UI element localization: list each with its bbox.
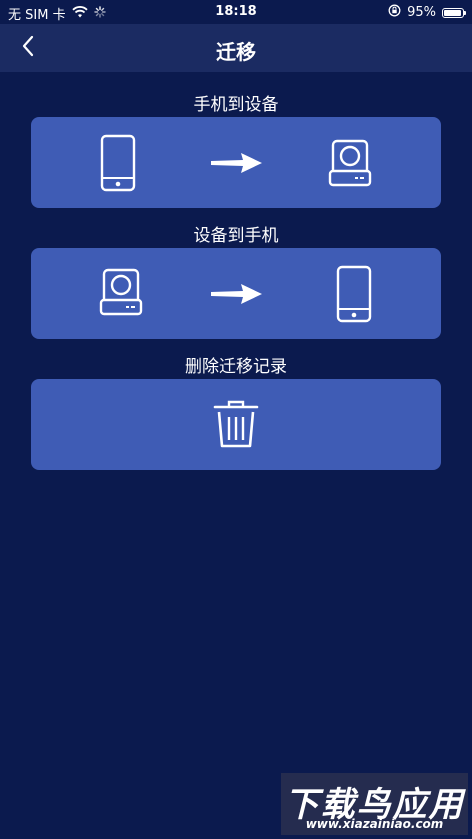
- battery-percent: 95%: [407, 5, 436, 20]
- status-bar: 无 SIM 卡 18:18 95%: [0, 0, 472, 24]
- phone-icon: [100, 134, 136, 196]
- nav-bar: 迁移: [0, 24, 472, 72]
- arrow-right-icon: [211, 281, 263, 311]
- trash-icon: [213, 399, 259, 453]
- phone-to-device-label: 手机到设备: [193, 95, 279, 115]
- device-to-phone-button[interactable]: [31, 248, 441, 339]
- phone-icon: [336, 265, 372, 327]
- delete-records-button[interactable]: [31, 379, 441, 470]
- battery-icon: [442, 7, 466, 18]
- status-right: 95%: [388, 4, 466, 21]
- phone-to-device-button[interactable]: [31, 117, 441, 208]
- storage-device-icon: [99, 268, 143, 320]
- watermark: 下载鸟应用 www.xiazainiao.com: [281, 773, 468, 835]
- storage-device-icon: [328, 139, 372, 191]
- page-title: 迁移: [216, 40, 256, 64]
- delete-records-label: 删除迁移记录: [185, 357, 287, 377]
- device-to-phone-label: 设备到手机: [193, 226, 279, 246]
- arrow-right-icon: [211, 150, 263, 180]
- watermark-url: www.xiazainiao.com: [305, 817, 444, 831]
- battery-level-fill: [444, 9, 462, 16]
- orientation-lock-icon: [388, 4, 401, 21]
